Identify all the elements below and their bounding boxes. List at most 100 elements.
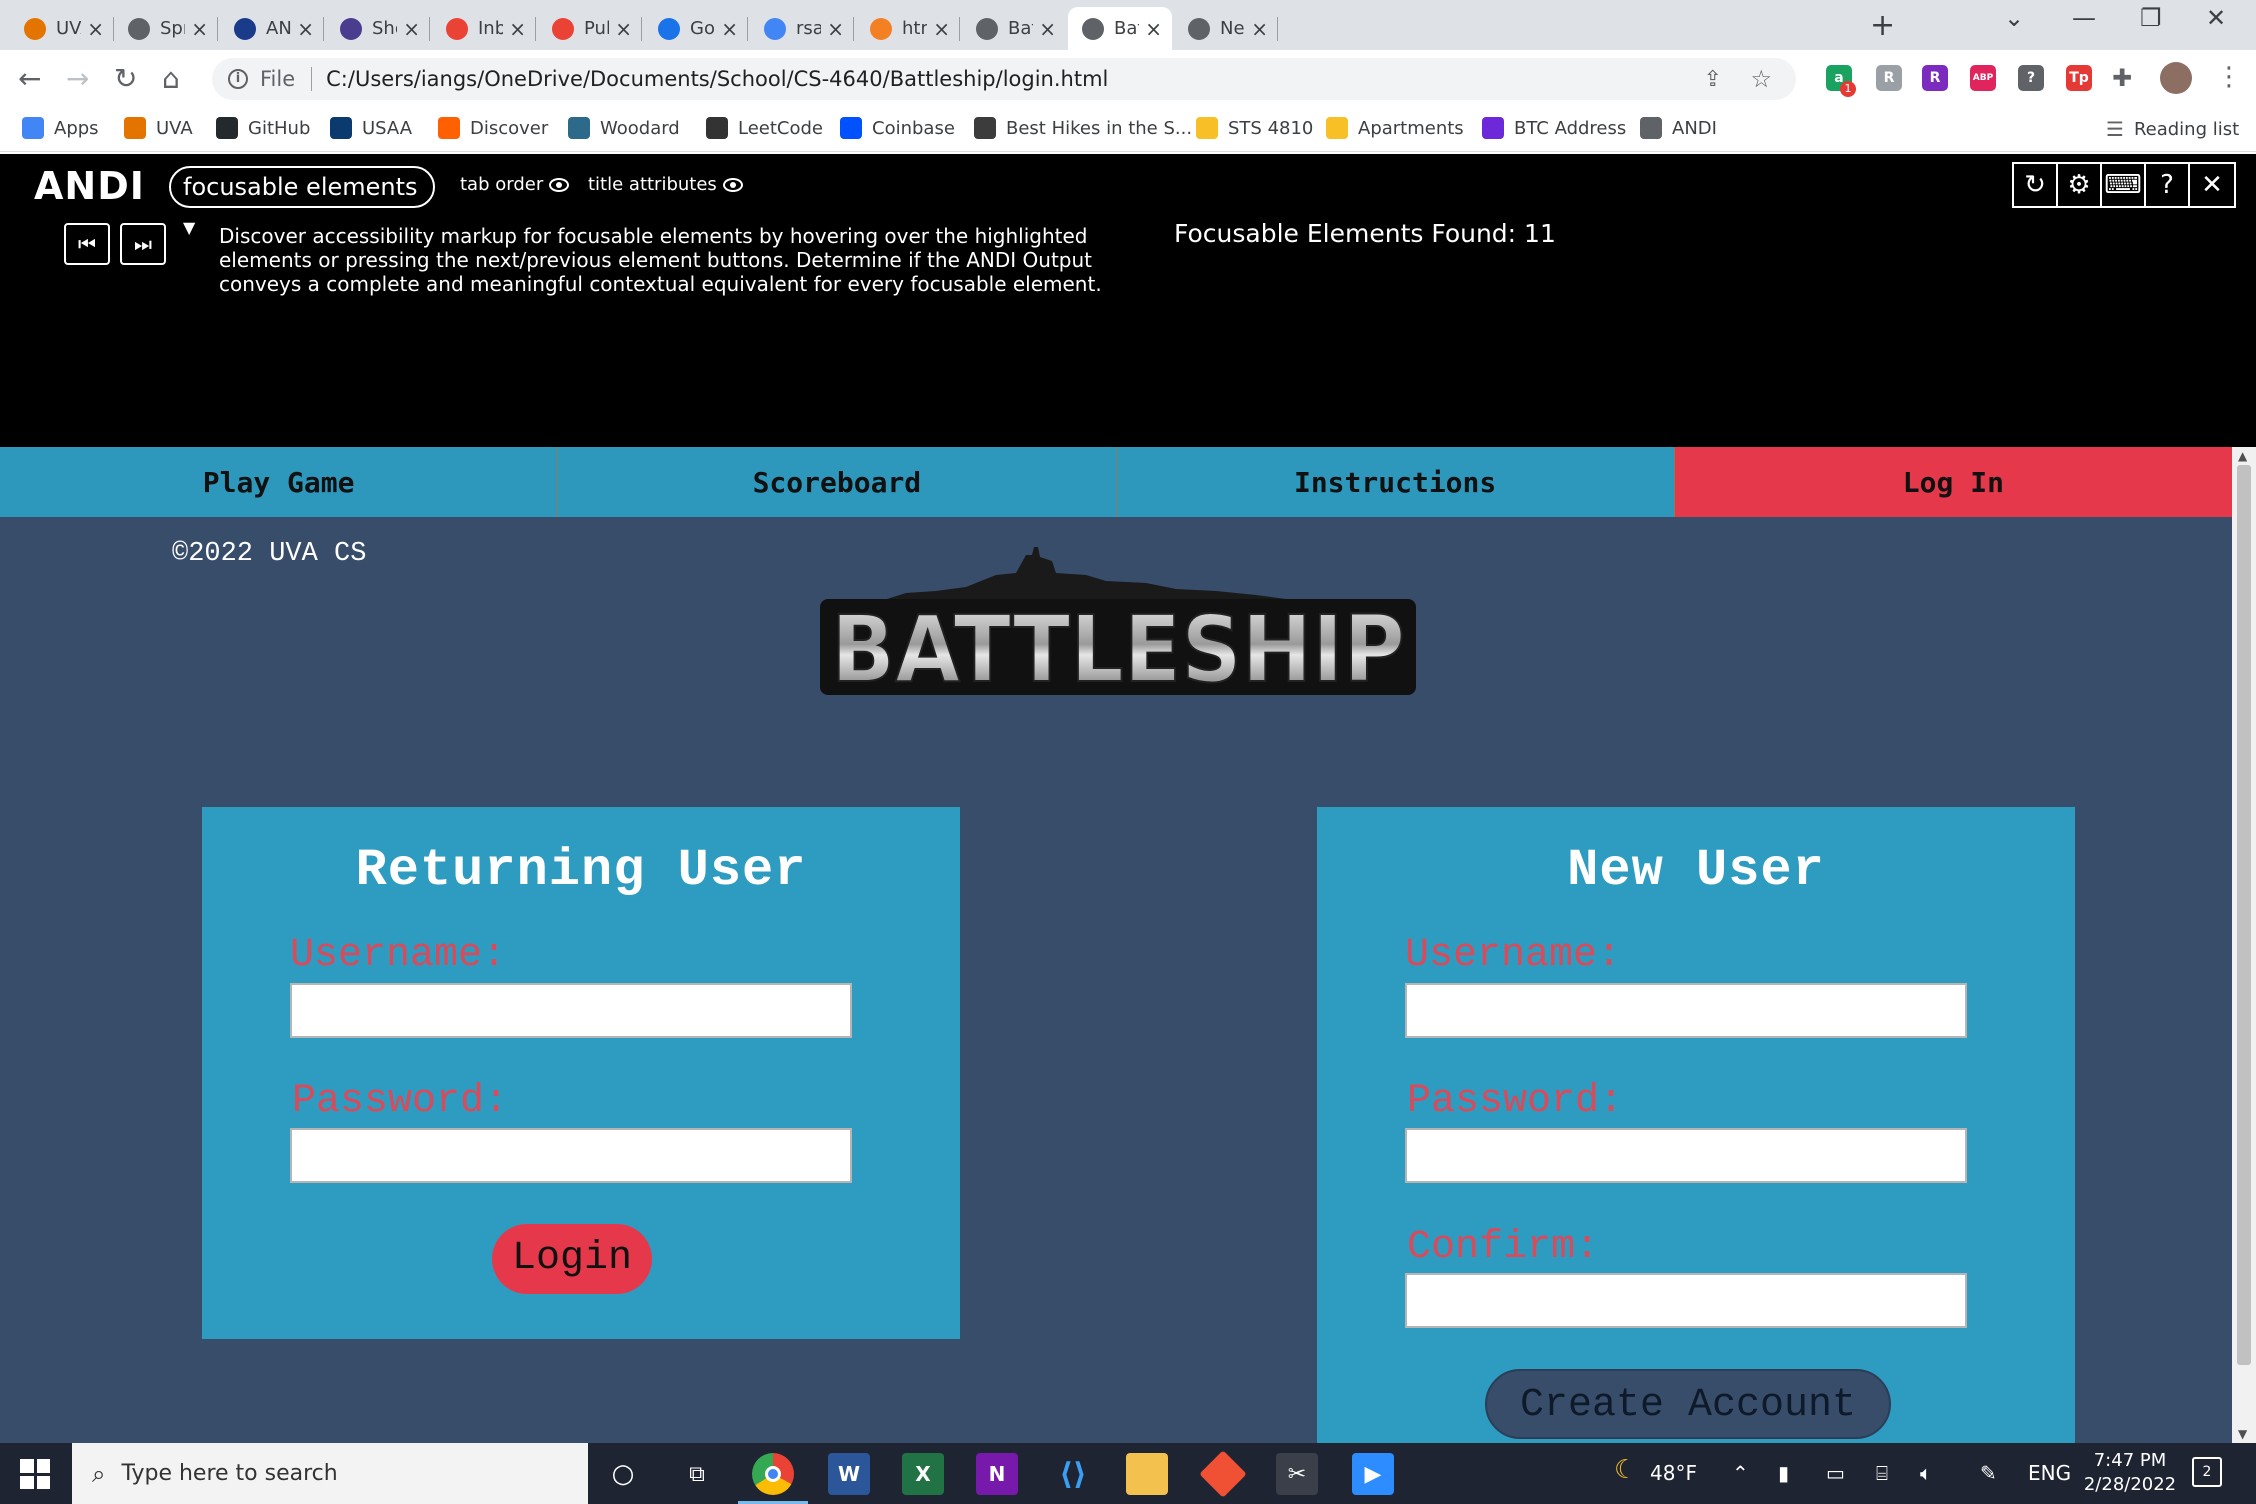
bookmark-item[interactable]: LeetCode: [706, 117, 823, 139]
browser-tab[interactable]: UVACol ×: [10, 7, 114, 50]
tab-close-icon[interactable]: ×: [509, 17, 526, 41]
browser-tab[interactable]: Publish ×: [538, 7, 642, 50]
close-window-icon[interactable]: ✕: [2206, 4, 2226, 32]
returning-username-input[interactable]: [290, 983, 852, 1038]
tab-close-icon[interactable]: ×: [191, 17, 208, 41]
bookmark-item[interactable]: Woodard: [568, 117, 680, 139]
windows-start-icon[interactable]: [20, 1459, 50, 1489]
nav-play-game[interactable]: Play Game: [0, 447, 559, 517]
tab-order-toggle[interactable]: tab order: [460, 174, 570, 195]
zoom-icon[interactable]: ▶: [1352, 1453, 1394, 1495]
browser-tab[interactable]: html - ×: [856, 7, 960, 50]
tab-close-icon[interactable]: ×: [1145, 17, 1162, 41]
reading-list-button[interactable]: ☰ Reading list: [2106, 117, 2239, 141]
previous-element-button[interactable]: ⏮: [64, 223, 110, 265]
cortana-icon[interactable]: ○: [602, 1453, 644, 1495]
tab-close-icon[interactable]: ×: [933, 17, 950, 41]
browser-tab[interactable]: New Ta ×: [1174, 7, 1278, 50]
confirm-password-input[interactable]: [1405, 1273, 1967, 1328]
extension-icon[interactable]: R: [1876, 65, 1902, 91]
bookmark-item[interactable]: USAA: [330, 117, 412, 139]
tab-search-icon[interactable]: ⌄: [2004, 4, 2024, 32]
new-password-input[interactable]: [1405, 1128, 1967, 1183]
bookmark-item[interactable]: Discover: [438, 117, 548, 139]
browser-tab[interactable]: Sprint 2 ×: [114, 7, 218, 50]
bookmark-item[interactable]: Best Hikes in the S...: [974, 117, 1192, 139]
home-icon[interactable]: ⌂: [162, 62, 180, 95]
reload-icon[interactable]: ↻: [114, 62, 137, 95]
andi-settings-icon[interactable]: ⚙: [2058, 164, 2102, 206]
weather-icon[interactable]: ☾: [1614, 1455, 1637, 1485]
onenote-icon[interactable]: N: [976, 1453, 1018, 1495]
url-text[interactable]: C:/Users/iangs/OneDrive/Documents/School…: [326, 67, 1108, 91]
language-indicator[interactable]: ENG: [2028, 1461, 2071, 1485]
battery-icon[interactable]: ▭: [1826, 1461, 1845, 1485]
chrome-taskbar-icon[interactable]: [752, 1453, 794, 1495]
browser-tab[interactable]: Battles ×: [962, 7, 1066, 50]
browser-tab[interactable]: Google ×: [644, 7, 748, 50]
scroll-up-icon[interactable]: ▲: [2238, 449, 2247, 463]
browser-menu-icon[interactable]: ⋮: [2216, 62, 2242, 92]
site-info-icon[interactable]: i: [228, 69, 248, 89]
andi-refresh-icon[interactable]: ↻: [2014, 164, 2058, 206]
extension-icon[interactable]: Tp: [2066, 65, 2092, 91]
tab-close-icon[interactable]: ×: [1039, 17, 1056, 41]
nav-instructions[interactable]: Instructions: [1116, 447, 1675, 517]
bookmark-item[interactable]: Apps: [22, 117, 99, 139]
profile-avatar[interactable]: [2160, 62, 2192, 94]
browser-tab[interactable]: Inbox -×: [432, 7, 536, 50]
tray-expand-icon[interactable]: ⌃: [1732, 1461, 1749, 1485]
extension-icon[interactable]: ?: [2018, 65, 2044, 91]
create-account-button[interactable]: Create Account: [1485, 1369, 1891, 1439]
browser-tab[interactable]: rsa forr×: [750, 7, 854, 50]
bookmark-item[interactable]: UVA: [124, 117, 193, 139]
scroll-thumb[interactable]: [2237, 465, 2251, 1365]
notification-center-icon[interactable]: 2: [2192, 1457, 2222, 1487]
usb-device-icon[interactable]: ▮: [1778, 1461, 1789, 1485]
address-bar[interactable]: i File C:/Users/iangs/OneDrive/Documents…: [212, 58, 1796, 100]
git-icon[interactable]: [1199, 1450, 1247, 1498]
tab-close-icon[interactable]: ×: [615, 17, 632, 41]
word-icon[interactable]: W: [828, 1453, 870, 1495]
restore-icon[interactable]: ❐: [2140, 4, 2162, 32]
andi-module-select[interactable]: focusable elements ▼: [169, 166, 435, 237]
andi-close-icon[interactable]: ✕: [2190, 164, 2234, 206]
bookmark-star-icon[interactable]: ☆: [1750, 65, 1772, 93]
bookmark-item[interactable]: GitHub: [216, 117, 310, 139]
andi-keyboard-icon[interactable]: ⌨: [2102, 164, 2146, 206]
bookmark-item[interactable]: BTC Address: [1482, 117, 1626, 139]
weather-temp[interactable]: 48°F: [1650, 1461, 1697, 1485]
next-element-button[interactable]: ⏭: [120, 223, 166, 265]
forward-icon[interactable]: →: [66, 62, 89, 95]
nav-scoreboard[interactable]: Scoreboard: [558, 447, 1117, 517]
taskbar-search[interactable]: ⌕ Type here to search: [72, 1443, 588, 1504]
extension-icon[interactable]: R: [1922, 65, 1948, 91]
network-icon[interactable]: ⌸: [1876, 1461, 1888, 1485]
tab-close-icon[interactable]: ×: [827, 17, 844, 41]
system-clock[interactable]: 7:47 PM 2/28/2022: [2080, 1449, 2180, 1497]
login-button[interactable]: Login: [492, 1224, 652, 1294]
new-tab-button[interactable]: +: [1870, 8, 1895, 43]
title-attributes-toggle[interactable]: title attributes: [588, 174, 743, 195]
bookmark-item[interactable]: Apartments: [1326, 117, 1464, 139]
extensions-puzzle-icon[interactable]: ✚: [2112, 64, 2132, 92]
browser-tab[interactable]: ANDI -×: [220, 7, 324, 50]
bookmark-item[interactable]: Coinbase: [840, 117, 955, 139]
tab-close-icon[interactable]: ×: [87, 17, 104, 41]
task-view-icon[interactable]: ⧉: [676, 1453, 718, 1495]
bookmark-item[interactable]: STS 4810: [1196, 117, 1313, 139]
nav-log-in[interactable]: Log In: [1674, 447, 2232, 517]
extension-icon[interactable]: ABP: [1970, 65, 1996, 91]
share-icon[interactable]: ⇪: [1704, 67, 1722, 92]
snipping-tool-icon[interactable]: ✂: [1276, 1453, 1318, 1495]
browser-tab[interactable]: Battles ×: [1068, 7, 1172, 50]
back-icon[interactable]: ←: [18, 62, 41, 95]
tab-close-icon[interactable]: ×: [403, 17, 420, 41]
volume-icon[interactable]: 🔈︎: [1920, 1461, 1932, 1485]
minimize-icon[interactable]: —: [2072, 4, 2096, 32]
bookmark-item[interactable]: ANDI: [1640, 117, 1717, 139]
excel-icon[interactable]: X: [902, 1453, 944, 1495]
browser-tab[interactable]: Showin ×: [326, 7, 430, 50]
scroll-down-icon[interactable]: ▼: [2238, 1427, 2247, 1441]
returning-password-input[interactable]: [290, 1128, 852, 1183]
